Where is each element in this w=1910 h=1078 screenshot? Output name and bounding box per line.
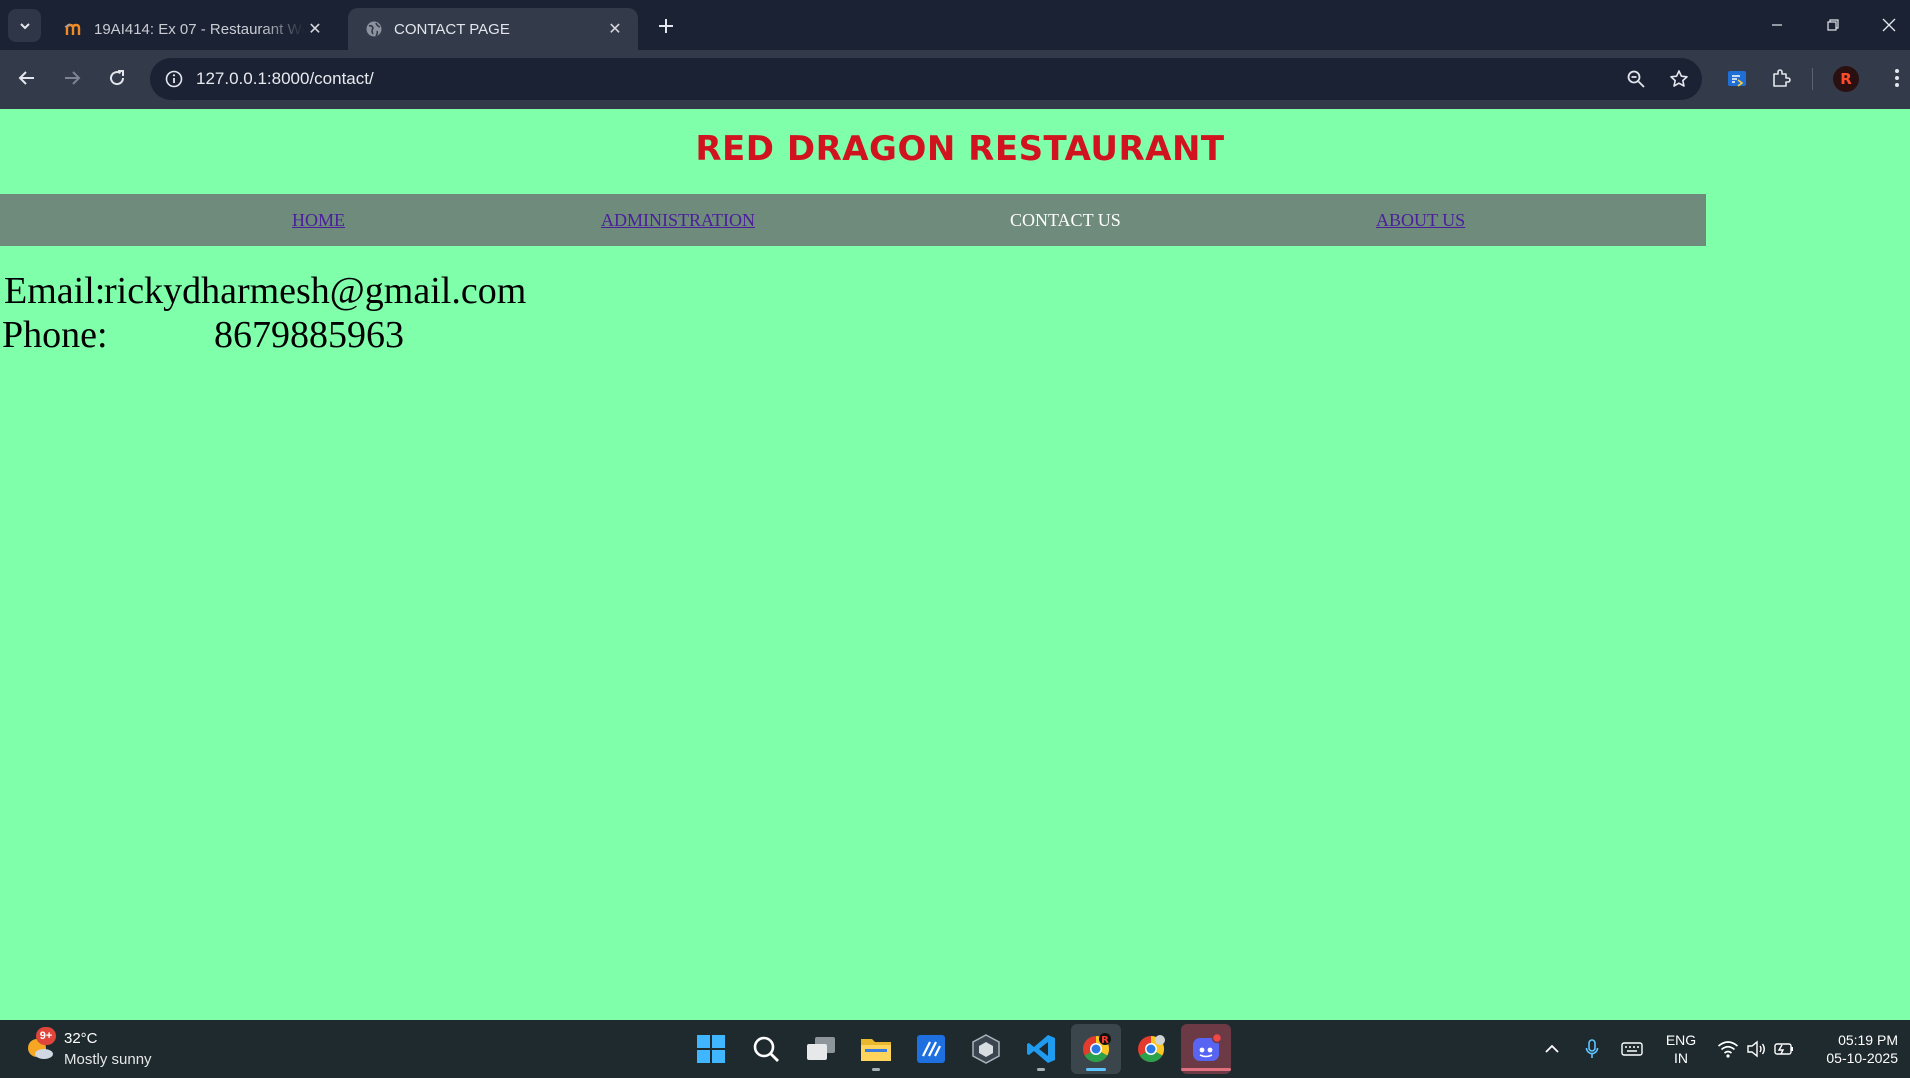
reload-icon xyxy=(110,70,125,86)
wifi-icon[interactable] xyxy=(1715,1036,1741,1062)
close-icon[interactable]: ✕ xyxy=(604,18,626,40)
tab-title: CONTACT PAGE xyxy=(394,20,510,38)
running-indicator xyxy=(872,1068,880,1071)
tab-search-button[interactable] xyxy=(8,9,41,42)
language-code: ENG xyxy=(1665,1032,1697,1048)
tab-restaurant-website[interactable]: 19AI414: Ex 07 - Restaurant Website ✕ xyxy=(48,8,338,50)
reload-button[interactable] xyxy=(100,61,134,95)
arrow-right-icon xyxy=(65,71,81,85)
minimize-icon xyxy=(1772,24,1782,26)
close-window-button[interactable] xyxy=(1866,0,1910,50)
taskbar-file-explorer[interactable] xyxy=(851,1024,901,1074)
taskbar-chrome[interactable] xyxy=(1126,1024,1176,1074)
email-value: rickydharmesh@gmail.com xyxy=(104,270,527,312)
active-indicator xyxy=(1086,1068,1106,1071)
minimize-button[interactable] xyxy=(1754,0,1800,50)
tab-strip: 19AI414: Ex 07 - Restaurant Website ✕ CO… xyxy=(0,0,1910,50)
nav-link-about-us[interactable]: ABOUT US xyxy=(1376,194,1465,246)
task-view-icon xyxy=(807,1037,835,1060)
chrome-icon xyxy=(1138,1035,1165,1063)
running-indicator xyxy=(1181,1068,1231,1071)
task-view-button[interactable] xyxy=(796,1024,846,1074)
microphone-icon[interactable] xyxy=(1579,1036,1605,1062)
taskbar-chrome-profile[interactable]: R xyxy=(1071,1024,1121,1074)
close-icon xyxy=(1882,18,1896,32)
zoom-icon[interactable] xyxy=(1622,65,1650,93)
clock-time: 05:19 PM xyxy=(1838,1032,1898,1048)
windows-logo-icon xyxy=(697,1035,725,1063)
browser-toolbar: 127.0.0.1:8000/contact/ xyxy=(0,50,1910,109)
chevron-down-icon xyxy=(19,22,30,29)
back-button[interactable] xyxy=(10,61,44,95)
start-button[interactable] xyxy=(686,1024,736,1074)
nav-item-contact-us: CONTACT US xyxy=(1010,210,1121,230)
profile-avatar[interactable]: R xyxy=(1833,66,1859,92)
tab-contact-page[interactable]: CONTACT PAGE ✕ xyxy=(348,8,638,50)
new-tab-button[interactable] xyxy=(652,12,680,40)
globe-icon xyxy=(364,19,384,39)
language-indicator[interactable]: ENG IN xyxy=(1664,1031,1698,1067)
email-label: Email: xyxy=(4,270,106,312)
weather-temperature[interactable]: 32°C xyxy=(64,1030,98,1047)
phone-label: Phone: xyxy=(2,314,108,356)
plus-icon xyxy=(659,19,673,33)
system-clock[interactable]: 05:19 PM 05-10-2025 xyxy=(1812,1031,1898,1067)
close-icon[interactable]: ✕ xyxy=(304,18,326,40)
toolbar-divider xyxy=(1812,68,1813,90)
taskbar: 9+ 32°C Mostly sunny R ENG IN 05:19 PM 0… xyxy=(0,1020,1910,1078)
vscode-icon xyxy=(1027,1035,1055,1063)
app-blue-icon xyxy=(917,1035,945,1063)
hexagon-app-icon xyxy=(972,1034,1000,1064)
main-navigation: HOME ADMINISTRATION CONTACT US ABOUT US xyxy=(0,194,1706,246)
info-icon[interactable] xyxy=(160,65,188,93)
tab-title: 19AI414: Ex 07 - Restaurant Website xyxy=(94,20,304,38)
moodle-icon xyxy=(64,19,84,39)
taskbar-discord[interactable] xyxy=(1181,1024,1231,1074)
weather-description[interactable]: Mostly sunny xyxy=(64,1051,152,1068)
show-hidden-icons-button[interactable] xyxy=(1539,1036,1565,1062)
taskbar-app-visual[interactable] xyxy=(906,1024,956,1074)
nav-link-home[interactable]: HOME xyxy=(292,194,345,246)
menu-dots-icon[interactable] xyxy=(1880,61,1910,95)
search-icon xyxy=(753,1036,779,1062)
forward-button[interactable] xyxy=(55,61,89,95)
chevron-up-icon xyxy=(1545,1044,1559,1053)
folder-icon xyxy=(861,1039,891,1061)
weather-badge: 9+ xyxy=(36,1027,56,1045)
discord-icon xyxy=(1193,1033,1222,1061)
page-viewport: RED DRAGON RESTAURANT HOME ADMINISTRATIO… xyxy=(0,109,1910,1020)
battery-icon[interactable] xyxy=(1771,1036,1797,1062)
clock-date: 05-10-2025 xyxy=(1826,1050,1898,1066)
url-text[interactable]: 127.0.0.1:8000/contact/ xyxy=(196,58,374,100)
keyboard-icon[interactable] xyxy=(1619,1036,1645,1062)
taskbar-search-button[interactable] xyxy=(741,1024,791,1074)
running-indicator xyxy=(1037,1068,1045,1071)
arrow-left-icon xyxy=(18,71,34,85)
region-code: IN xyxy=(1674,1050,1688,1066)
extensions-puzzle-icon[interactable] xyxy=(1764,61,1798,95)
volume-icon[interactable] xyxy=(1743,1036,1769,1062)
site-title: RED DRAGON RESTAURANT xyxy=(695,129,1225,169)
taskbar-vscode[interactable] xyxy=(1016,1024,1066,1074)
bookmark-star-icon[interactable] xyxy=(1665,65,1693,93)
restore-button[interactable] xyxy=(1810,0,1856,50)
extension-translate-icon[interactable] xyxy=(1720,61,1754,95)
svg-text:R: R xyxy=(1101,1035,1109,1046)
address-bar[interactable]: 127.0.0.1:8000/contact/ xyxy=(150,58,1702,100)
restore-icon xyxy=(1827,19,1839,31)
nav-link-administration[interactable]: ADMINISTRATION xyxy=(601,194,755,246)
phone-value: 8679885963 xyxy=(214,314,404,356)
taskbar-app-unity[interactable] xyxy=(961,1024,1011,1074)
chrome-icon: R xyxy=(1083,1033,1111,1063)
